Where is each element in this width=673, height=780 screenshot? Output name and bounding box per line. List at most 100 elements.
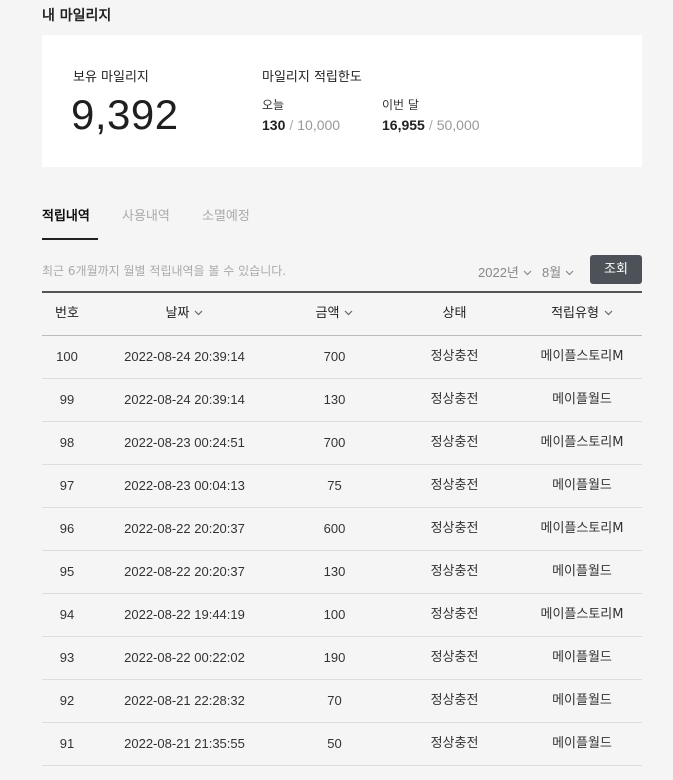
cell-status: 정상충전 (430, 521, 479, 536)
table-row: 94 2022-08-22 19:44:19 100 정상충전 메이플스토리M (42, 594, 642, 637)
cell-date: 2022-08-21 21:35:55 (124, 736, 245, 751)
cell-amount: 700 (323, 349, 346, 364)
balance-label: 보유 마일리지 (73, 70, 149, 85)
table-row: 100 2022-08-24 20:39:14 700 정상충전 메이플스토리M (42, 336, 642, 379)
header-type[interactable]: 적립유형 (522, 293, 642, 335)
year-select[interactable]: 2022년 (478, 262, 532, 281)
table-row: 95 2022-08-22 20:20:37 130 정상충전 메이플월드 (42, 551, 642, 594)
cell-type: 메이플월드 (552, 693, 612, 708)
cell-no: 97 (59, 478, 75, 493)
cell-status: 정상충전 (430, 478, 479, 493)
limit-month-label: 이번 달 (382, 98, 419, 112)
cell-status: 정상충전 (430, 607, 479, 622)
tab-expiring[interactable]: 소멸예정 (202, 205, 250, 224)
cell-type: 메이플월드 (552, 650, 612, 665)
cell-status: 정상충전 (430, 736, 479, 751)
cell-amount: 700 (323, 435, 346, 450)
table-row: 91 2022-08-21 21:35:55 50 정상충전 메이플월드 (42, 723, 642, 766)
cell-date: 2022-08-22 19:44:19 (124, 607, 245, 622)
cell-amount: 130 (323, 392, 346, 407)
page-title: 내 마일리지 (42, 8, 112, 24)
limit-today: 오늘 130/10,000 (262, 98, 340, 133)
cell-date: 2022-08-24 20:39:14 (124, 392, 245, 407)
limit-separator: / (428, 117, 433, 133)
cell-amount: 75 (327, 478, 342, 493)
cell-no: 100 (56, 349, 78, 364)
month-select[interactable]: 8월 (542, 262, 574, 281)
limit-separator: / (289, 117, 294, 133)
cell-date: 2022-08-23 00:04:13 (124, 478, 245, 493)
cell-type: 메이플스토리M (540, 521, 624, 536)
header-date-label: 날짜 (165, 306, 190, 321)
cell-date: 2022-08-22 00:22:02 (124, 650, 245, 665)
header-status: 상태 (407, 293, 502, 335)
cell-no: 98 (59, 435, 75, 450)
cell-date: 2022-08-24 20:39:14 (124, 349, 245, 364)
chevron-down-icon (345, 310, 353, 315)
cell-type: 메이플월드 (552, 564, 612, 579)
cell-type: 메이플스토리M (540, 435, 624, 450)
cell-status: 정상충전 (430, 435, 479, 450)
cell-no: 91 (59, 736, 75, 751)
cell-amount: 600 (323, 521, 346, 536)
limit-title: 마일리지 적립한도 (262, 70, 362, 85)
cell-no: 99 (59, 392, 75, 407)
cell-date: 2022-08-21 22:28:32 (124, 693, 245, 708)
cell-status: 정상충전 (430, 392, 479, 407)
header-amount-label: 금액 (315, 306, 340, 321)
balance-value: 9,392 (71, 91, 179, 138)
cell-amount: 130 (323, 564, 346, 579)
cell-date: 2022-08-22 20:20:37 (124, 564, 245, 579)
earned-history-table: 번호 날짜 금액 상태 적립유형 100 2022-08-24 20:39:14… (42, 291, 642, 766)
cell-no: 95 (59, 564, 75, 579)
cell-no: 96 (59, 521, 75, 536)
cell-status: 정상충전 (430, 564, 479, 579)
cell-amount: 70 (327, 693, 342, 708)
cell-type: 메이플월드 (552, 392, 612, 407)
cell-amount: 50 (327, 736, 342, 751)
header-amount[interactable]: 금액 (292, 293, 377, 335)
cell-type: 메이플스토리M (540, 607, 624, 622)
table-row: 93 2022-08-22 00:22:02 190 정상충전 메이플월드 (42, 637, 642, 680)
cell-status: 정상충전 (430, 349, 479, 364)
mileage-summary-card: 보유 마일리지 9,392 마일리지 적립한도 오늘 130/10,000 이번… (42, 35, 642, 167)
cell-type: 메이플월드 (552, 736, 612, 751)
table-row: 99 2022-08-24 20:39:14 130 정상충전 메이플월드 (42, 379, 642, 422)
header-type-label: 적립유형 (551, 306, 599, 321)
cell-no: 93 (59, 650, 75, 665)
tab-earned[interactable]: 적립내역 (42, 205, 90, 224)
tab-used[interactable]: 사용내역 (122, 205, 170, 224)
header-no: 번호 (42, 293, 92, 335)
cell-no: 92 (59, 693, 75, 708)
limit-month-used: 16,955 (382, 117, 425, 133)
cell-no: 94 (59, 607, 75, 622)
cell-date: 2022-08-23 00:24:51 (124, 435, 245, 450)
cell-status: 정상충전 (430, 693, 479, 708)
cell-amount: 190 (323, 650, 346, 665)
chevron-down-icon (565, 270, 574, 275)
table-row: 92 2022-08-21 22:28:32 70 정상충전 메이플월드 (42, 680, 642, 723)
table-row: 98 2022-08-23 00:24:51 700 정상충전 메이플스토리M (42, 422, 642, 465)
table-row: 96 2022-08-22 20:20:37 600 정상충전 메이플스토리M (42, 508, 642, 551)
active-tab-indicator (42, 238, 98, 240)
filter-note: 최근 6개월까지 월별 적립내역을 볼 수 있습니다. (42, 264, 287, 278)
cell-amount: 100 (323, 607, 346, 622)
chevron-down-icon (195, 310, 203, 315)
month-select-value: 8월 (542, 265, 562, 280)
search-button[interactable]: 조회 (590, 255, 642, 284)
table-row: 97 2022-08-23 00:04:13 75 정상충전 메이플월드 (42, 465, 642, 508)
header-no-label: 번호 (55, 306, 79, 321)
cell-type: 메이플월드 (552, 478, 612, 493)
limit-month-max: 50,000 (436, 117, 480, 133)
cell-date: 2022-08-22 20:20:37 (124, 521, 245, 536)
chevron-down-icon (604, 310, 613, 315)
cell-status: 정상충전 (430, 650, 479, 665)
year-select-value: 2022년 (478, 265, 519, 280)
header-date[interactable]: 날짜 (112, 293, 257, 335)
table-header: 번호 날짜 금액 상태 적립유형 (42, 293, 642, 336)
limit-today-used: 130 (262, 117, 286, 133)
chevron-down-icon (523, 270, 532, 275)
header-status-label: 상태 (442, 306, 467, 321)
limit-month: 이번 달 16,955/50,000 (382, 98, 480, 133)
limit-today-label: 오늘 (262, 98, 285, 112)
